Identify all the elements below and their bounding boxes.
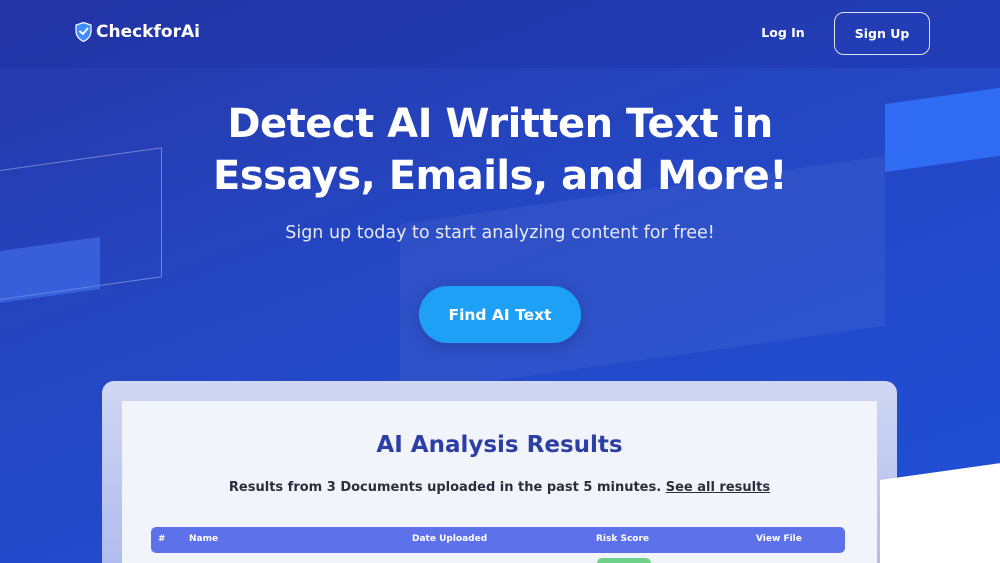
hero-heading-line2: Essays, Emails, and More!	[213, 153, 787, 199]
column-header-view-file: View File	[756, 534, 802, 544]
brand-logo[interactable]: CheckforAi	[75, 21, 200, 43]
hero-subtitle: Sign up today to start analyzing content…	[285, 223, 715, 243]
column-header-number: #	[158, 534, 166, 544]
results-table-header: # Name Date Uploaded Risk Score View Fil…	[151, 527, 845, 553]
hero-heading: Detect AI Written Text in Essays, Emails…	[150, 98, 850, 202]
brand-name: CheckforAi	[96, 22, 200, 42]
column-header-risk-score: Risk Score	[596, 534, 650, 544]
results-description: Results from 3 Documents uploaded in the…	[122, 480, 877, 495]
background-white-corner	[880, 460, 1000, 563]
shield-icon	[75, 21, 92, 43]
column-header-name: Name	[189, 534, 219, 544]
hero-heading-line1: Detect AI Written Text in	[227, 101, 773, 147]
find-ai-text-button[interactable]: Find AI Text	[419, 286, 581, 343]
column-header-date-uploaded: Date Uploaded	[412, 534, 488, 544]
login-link[interactable]: Log In	[748, 25, 818, 40]
results-title: AI Analysis Results	[376, 432, 623, 458]
background-band-right	[885, 87, 1000, 172]
see-all-results-link[interactable]: See all results	[666, 480, 770, 495]
top-navbar: CheckforAi Log In Sign Up	[0, 0, 1000, 68]
risk-score-badge	[597, 558, 651, 563]
results-summary-text: Results from 3 Documents uploaded in the…	[228, 480, 662, 495]
signup-button[interactable]: Sign Up	[834, 12, 930, 55]
